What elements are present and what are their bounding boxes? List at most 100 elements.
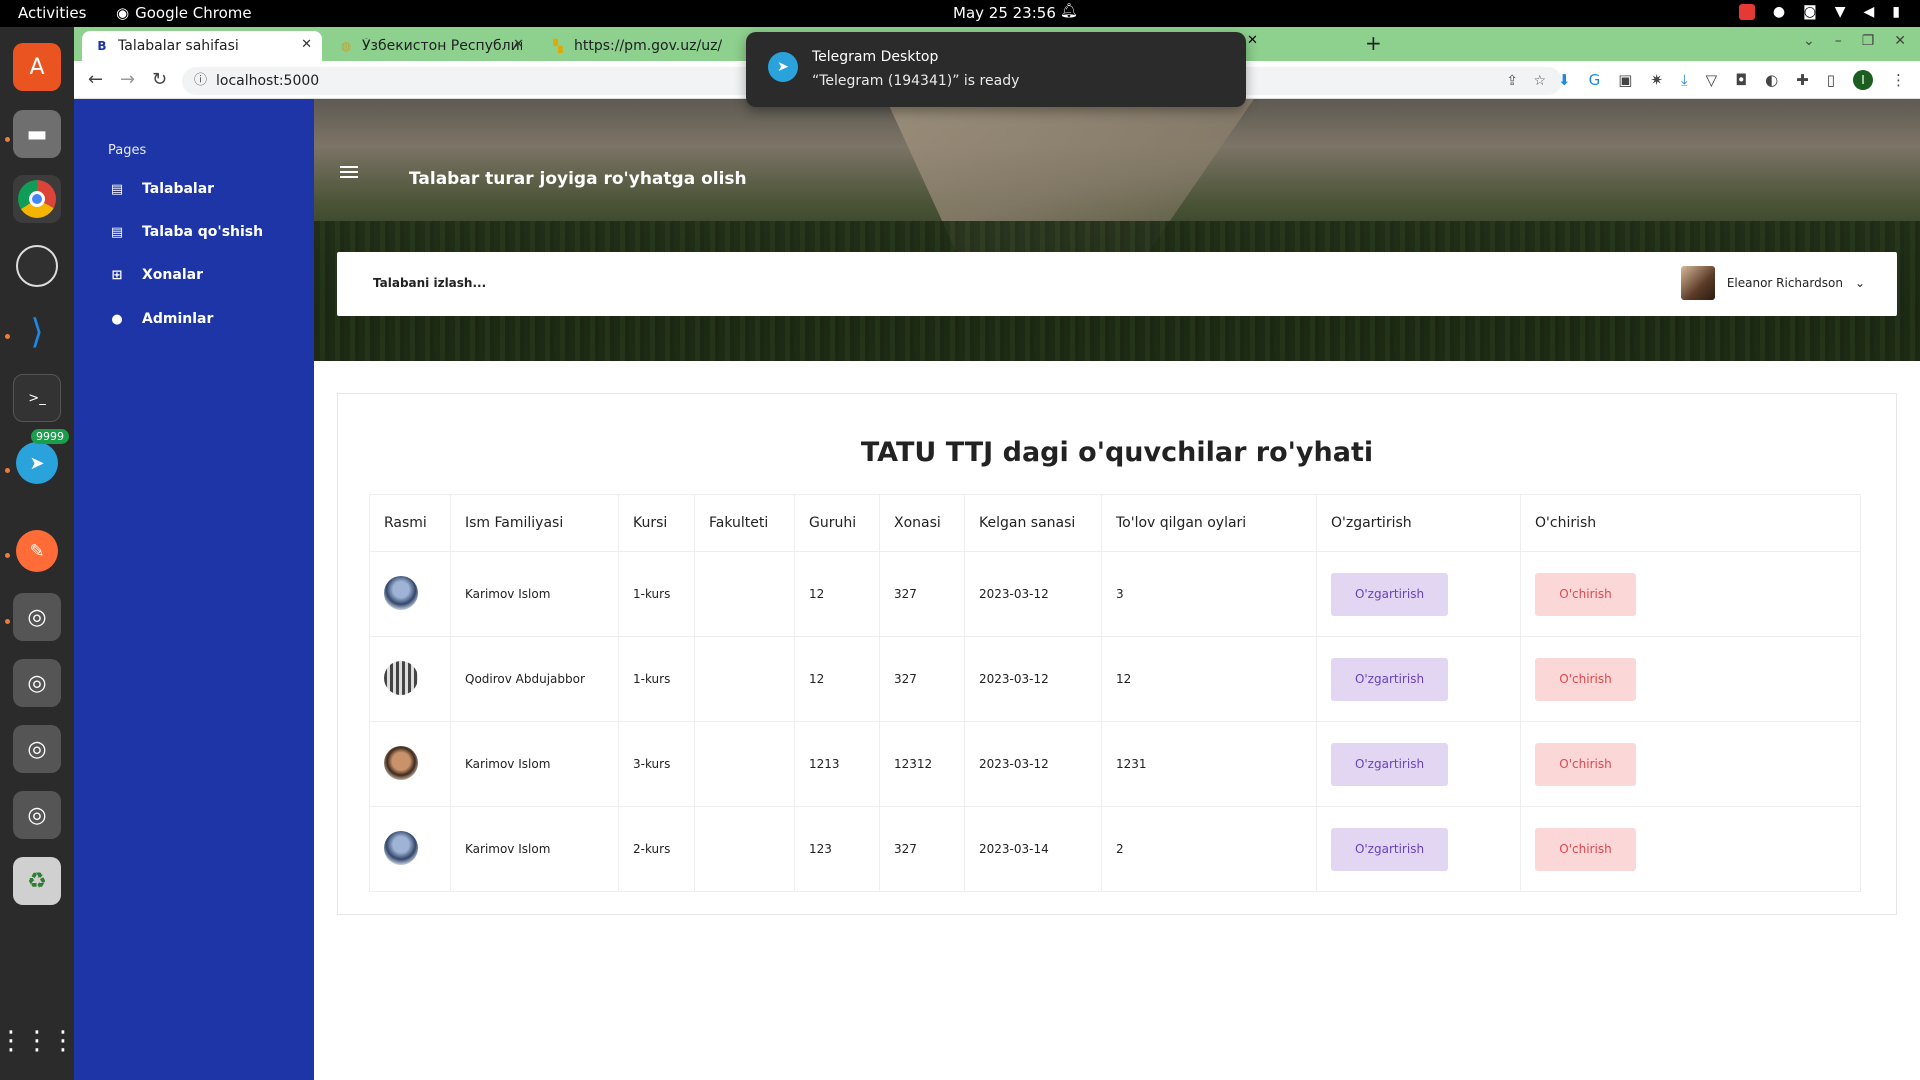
translate-icon[interactable]: G bbox=[1589, 71, 1601, 89]
trash-icon[interactable]: ♻ bbox=[13, 857, 61, 905]
ubuntu-software-icon[interactable]: A bbox=[13, 43, 61, 91]
disc-icon[interactable]: ◎ bbox=[13, 725, 61, 773]
paid-cell: 1231 bbox=[1101, 721, 1317, 807]
system-tray[interactable]: ● ◙ ▼ ◀ ▮ bbox=[1738, 4, 1900, 20]
vscode-icon[interactable]: ⟩ bbox=[13, 308, 61, 356]
close-icon[interactable]: ✕ bbox=[301, 37, 312, 52]
delete-button[interactable]: O'chirish bbox=[1535, 827, 1636, 871]
anydesk-icon[interactable] bbox=[1738, 4, 1755, 20]
sidebar-item-talabalar[interactable]: ▤ Talabalar bbox=[110, 181, 214, 197]
delete-button[interactable]: O'chirish bbox=[1535, 572, 1636, 616]
disc-icon[interactable]: ◎ bbox=[13, 659, 61, 707]
show-apps-icon[interactable]: ⋮⋮⋮ bbox=[0, 1017, 76, 1065]
reload-icon[interactable]: ↻ bbox=[152, 69, 167, 90]
delete-button[interactable]: O'chirish bbox=[1535, 657, 1636, 701]
terminal-icon[interactable]: >_ bbox=[13, 374, 61, 422]
discord-icon[interactable]: ◙ bbox=[1803, 4, 1817, 20]
close-icon[interactable]: ✕ bbox=[513, 37, 524, 52]
group-cell: 12 bbox=[794, 551, 880, 637]
restore-icon[interactable]: ❐ bbox=[1862, 33, 1875, 49]
activities-button[interactable]: Activities bbox=[18, 4, 86, 22]
tab-talabalar[interactable]: B Talabalar sahifasi ✕ bbox=[82, 31, 322, 61]
postman-icon[interactable]: ✎ bbox=[13, 527, 61, 575]
close-window-icon[interactable]: ✕ bbox=[1894, 33, 1906, 49]
tab-label: Talabalar sahifasi bbox=[118, 38, 239, 54]
sidebar-item-adminlar[interactable]: ● Adminlar bbox=[110, 311, 213, 327]
sidepanel-icon[interactable]: ▯ bbox=[1827, 71, 1835, 89]
pm-favicon-icon: ▚ bbox=[553, 39, 563, 53]
tab-uzbekistan[interactable]: ◍ Ўзбекистон Республикас ✕ bbox=[326, 31, 534, 61]
star-icon[interactable]: ☆ bbox=[1533, 67, 1546, 95]
search-input[interactable]: Talabani izlash... bbox=[373, 276, 486, 290]
course-cell: 1-kurs bbox=[618, 551, 695, 637]
sidebar-item-label: Adminlar bbox=[142, 311, 214, 327]
wifi-icon[interactable]: ▼ bbox=[1835, 4, 1846, 20]
telegram-icon: ➤ bbox=[768, 52, 798, 82]
volume-icon[interactable]: ◀ bbox=[1864, 4, 1875, 20]
edit-button[interactable]: O'zgartirish bbox=[1331, 827, 1448, 871]
tab-search-icon[interactable]: ⌄ bbox=[1803, 33, 1815, 49]
column-header: O'chirish bbox=[1520, 494, 1861, 552]
edit-cell: O'zgartirish bbox=[1316, 806, 1521, 892]
edit-button[interactable]: O'zgartirish bbox=[1331, 657, 1448, 701]
name-cell: Karimov Islom bbox=[450, 721, 619, 807]
edit-button[interactable]: O'zgartirish bbox=[1331, 572, 1448, 616]
telegram-badge: 9999 bbox=[31, 429, 69, 444]
extension-icon[interactable]: ▽ bbox=[1706, 71, 1718, 89]
disc-icon[interactable]: ◎ bbox=[13, 791, 61, 839]
menu-icon[interactable]: ⋮ bbox=[1891, 71, 1906, 89]
extension-icon[interactable]: ▣ bbox=[1618, 71, 1632, 89]
faculty-cell bbox=[694, 551, 795, 637]
room-cell: 327 bbox=[879, 636, 965, 722]
chevron-down-icon: ⌄ bbox=[1854, 276, 1865, 290]
paid-cell: 12 bbox=[1101, 636, 1317, 722]
edit-button[interactable]: O'zgartirish bbox=[1331, 742, 1448, 786]
profile-avatar[interactable]: I bbox=[1853, 70, 1873, 90]
app-menu[interactable]: ◉ Google Chrome bbox=[116, 4, 252, 22]
delete-cell: O'chirish bbox=[1520, 636, 1861, 722]
delete-button[interactable]: O'chirish bbox=[1535, 742, 1636, 786]
camera-icon[interactable]: ◘ bbox=[1735, 71, 1747, 89]
obs-icon[interactable] bbox=[13, 242, 61, 290]
back-icon[interactable]: ← bbox=[88, 69, 103, 90]
new-tab-button[interactable]: + bbox=[1365, 31, 1382, 55]
minimize-icon[interactable]: – bbox=[1835, 33, 1842, 49]
delete-cell: O'chirish bbox=[1520, 721, 1861, 807]
extension-icon[interactable]: ✷ bbox=[1650, 71, 1663, 89]
save-icon[interactable]: ⤓ bbox=[1681, 71, 1688, 89]
files-icon[interactable]: ▬ bbox=[13, 110, 61, 158]
column-header: Xonasi bbox=[879, 494, 965, 552]
notification-popup[interactable]: ➤ Telegram Desktop “Telegram (194341)” i… bbox=[746, 32, 1246, 107]
faculty-cell bbox=[694, 721, 795, 807]
download-icon[interactable]: ⬇ bbox=[1558, 71, 1571, 89]
main-content: Talabar turar joyiga ro'yhatga olish Tal… bbox=[314, 99, 1920, 1080]
chrome-tray-icon[interactable]: ● bbox=[1773, 4, 1785, 20]
disc-icon[interactable]: ◎ bbox=[13, 593, 61, 641]
dock: A ▬ ⟩ >_ ➤ 9999 ✎ ◎ ◎ ◎ ◎ ♻ ⋮⋮⋮ bbox=[0, 27, 76, 1080]
puzzle-icon[interactable]: ✚ bbox=[1796, 71, 1809, 89]
clock[interactable]: May 25 23:56 bbox=[953, 4, 1056, 22]
close-icon[interactable]: ✕ bbox=[1247, 33, 1258, 48]
group-cell: 123 bbox=[794, 806, 880, 892]
column-header: Rasmi bbox=[369, 494, 451, 552]
sidebar-item-xonalar[interactable]: ⊞ Xonalar bbox=[110, 267, 203, 283]
chrome-dock-icon[interactable] bbox=[13, 175, 61, 223]
paid-cell: 3 bbox=[1101, 551, 1317, 637]
user-menu[interactable]: Eleanor Richardson ⌄ bbox=[1680, 266, 1865, 300]
list-icon: ▤ bbox=[110, 181, 124, 197]
globe-favicon-icon: ◍ bbox=[340, 39, 352, 53]
sidebar-item-label: Talabalar bbox=[142, 181, 215, 197]
share-icon[interactable]: ⇪ bbox=[1506, 67, 1518, 95]
telegram-dock-icon[interactable]: ➤ 9999 bbox=[13, 429, 69, 487]
battery-icon[interactable]: ▮ bbox=[1892, 4, 1900, 20]
site-info-icon[interactable]: ⓘ bbox=[194, 67, 207, 95]
name-cell: Qodirov Abdujabbor bbox=[450, 636, 619, 722]
room-cell: 327 bbox=[879, 551, 965, 637]
edit-cell: O'zgartirish bbox=[1316, 551, 1521, 637]
date-cell: 2023-03-14 bbox=[964, 806, 1102, 892]
extension-icon[interactable]: ◐ bbox=[1765, 71, 1778, 89]
sidebar-item-talaba-qoshish[interactable]: ▤ Talaba qo'shish bbox=[110, 224, 263, 240]
forward-icon[interactable]: → bbox=[120, 69, 135, 90]
tab-pm-gov[interactable]: ▚ https://pm.gov.uz/uz/ bbox=[538, 31, 748, 61]
hamburger-menu-icon[interactable] bbox=[340, 166, 358, 181]
